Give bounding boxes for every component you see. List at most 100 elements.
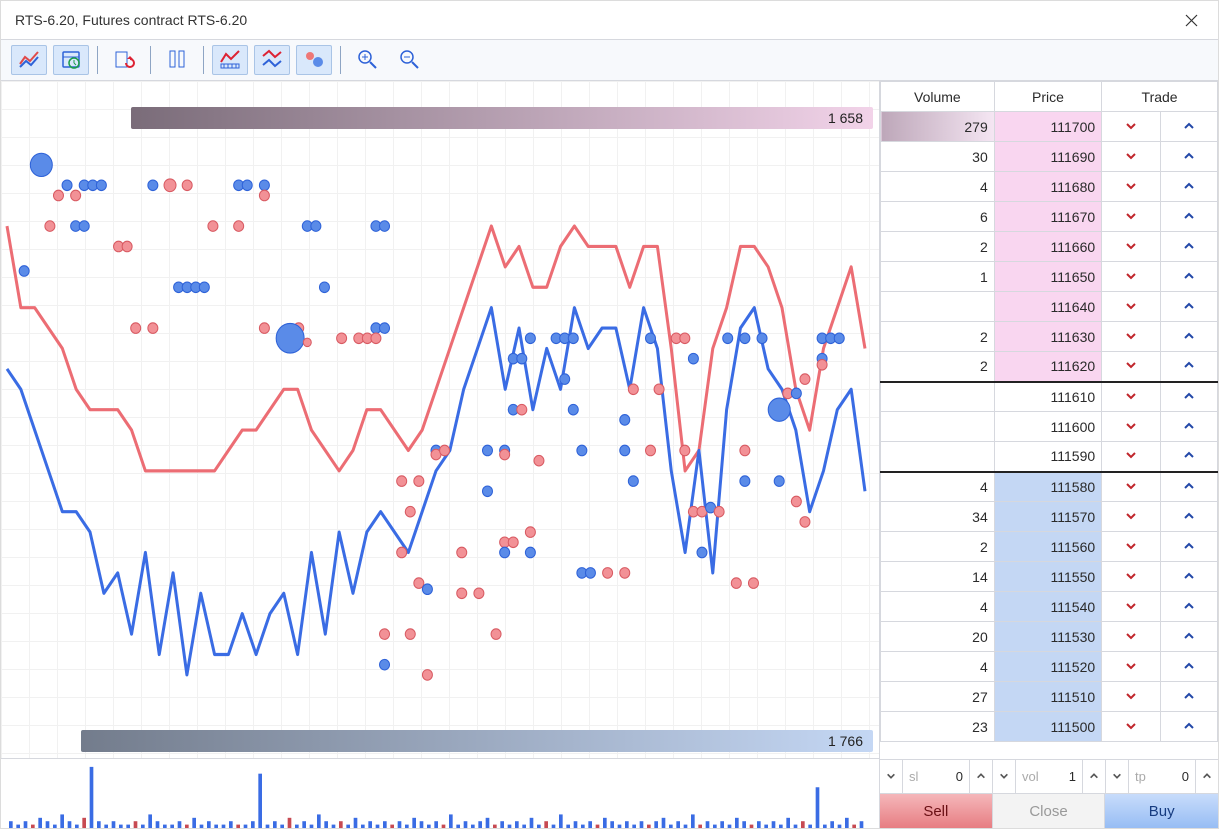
buy-at-price-button[interactable] — [1160, 712, 1217, 741]
chart-main[interactable]: 1 658 1 766 — [1, 81, 879, 758]
sell-at-price-button[interactable] — [1102, 232, 1159, 261]
sell-at-price-button[interactable] — [1102, 532, 1159, 561]
buy-at-price-button[interactable] — [1160, 412, 1217, 441]
zoom-in-button[interactable] — [349, 45, 385, 75]
col-trade[interactable]: Trade — [1102, 82, 1218, 112]
zoom-out-button[interactable] — [391, 45, 427, 75]
sell-at-price-button[interactable] — [1102, 502, 1159, 531]
sell-at-price-button[interactable] — [1102, 262, 1159, 291]
ladder-row[interactable]: 1111650 — [881, 262, 1218, 292]
buy-at-price-button[interactable] — [1160, 352, 1217, 381]
sell-button[interactable]: Sell — [880, 794, 993, 828]
sell-at-price-button[interactable] — [1102, 712, 1159, 741]
sell-at-price-button[interactable] — [1102, 442, 1159, 471]
ladder-volume: 2 — [881, 232, 995, 262]
sell-at-price-button[interactable] — [1102, 592, 1159, 621]
ladder-row[interactable]: 111590 — [881, 442, 1218, 472]
ladder-row[interactable]: 2111560 — [881, 532, 1218, 562]
ladder-row[interactable]: 34111570 — [881, 502, 1218, 532]
sell-at-price-button[interactable] — [1102, 142, 1159, 171]
refresh-red-button[interactable] — [106, 45, 142, 75]
vol-increment-button[interactable] — [1083, 760, 1105, 793]
ladder-row[interactable]: 2111630 — [881, 322, 1218, 352]
sell-at-price-button[interactable] — [1102, 652, 1159, 681]
buy-at-price-button[interactable] — [1160, 262, 1217, 291]
buy-at-price-button[interactable] — [1160, 622, 1217, 651]
ladder-trade-cell — [1102, 562, 1218, 592]
ladder-row[interactable]: 23111500 — [881, 712, 1218, 742]
sell-at-price-button[interactable] — [1102, 352, 1159, 381]
ladder-row[interactable]: 4111680 — [881, 172, 1218, 202]
buy-at-price-button[interactable] — [1160, 232, 1217, 261]
buy-at-price-button[interactable] — [1160, 652, 1217, 681]
ladder-row[interactable]: 4111520 — [881, 652, 1218, 682]
ladder-row[interactable]: 2111620 — [881, 352, 1218, 382]
chevron-up-icon — [1183, 569, 1195, 585]
ladder-row[interactable]: 30111690 — [881, 142, 1218, 172]
sell-at-price-button[interactable] — [1102, 292, 1159, 321]
vol-input[interactable]: vol1 — [1015, 760, 1083, 793]
columns-button[interactable] — [159, 45, 195, 75]
col-price[interactable]: Price — [994, 82, 1101, 112]
ladder-row[interactable]: 111640 — [881, 292, 1218, 322]
chevron-up-icon — [1183, 659, 1195, 675]
tp-decrement-button[interactable] — [1106, 760, 1128, 793]
ladder-price: 111610 — [994, 382, 1101, 412]
window-close-button[interactable] — [1168, 4, 1214, 36]
sl-increment-button[interactable] — [970, 760, 992, 793]
sell-at-price-button[interactable] — [1102, 383, 1159, 412]
calendar-button[interactable] — [53, 45, 89, 75]
ladder-volume — [881, 442, 995, 472]
tp-increment-button[interactable] — [1196, 760, 1218, 793]
col-volume[interactable]: Volume — [881, 82, 995, 112]
buy-button[interactable]: Buy — [1105, 794, 1218, 828]
chevron-down-icon — [1125, 659, 1137, 675]
line-chart-button[interactable] — [11, 45, 47, 75]
buy-at-price-button[interactable] — [1160, 562, 1217, 591]
buy-at-price-button[interactable] — [1160, 473, 1217, 502]
buy-at-price-button[interactable] — [1160, 142, 1217, 171]
sl-spinner: sl0 — [880, 760, 993, 793]
ladder-row[interactable]: 2111660 — [881, 232, 1218, 262]
tp-input[interactable]: tp0 — [1128, 760, 1196, 793]
sell-at-price-button[interactable] — [1102, 172, 1159, 201]
ladder-row[interactable]: 20111530 — [881, 622, 1218, 652]
buy-at-price-button[interactable] — [1160, 112, 1217, 141]
buy-at-price-button[interactable] — [1160, 442, 1217, 471]
sell-at-price-button[interactable] — [1102, 112, 1159, 141]
ladder-row[interactable]: 14111550 — [881, 562, 1218, 592]
buy-at-price-button[interactable] — [1160, 202, 1217, 231]
ladder-row[interactable]: 279111700 — [881, 112, 1218, 142]
sl-input[interactable]: sl0 — [902, 760, 970, 793]
sl-decrement-button[interactable] — [880, 760, 902, 793]
buy-at-price-button[interactable] — [1160, 532, 1217, 561]
sell-at-price-button[interactable] — [1102, 562, 1159, 591]
buy-at-price-button[interactable] — [1160, 682, 1217, 711]
sell-at-price-button[interactable] — [1102, 682, 1159, 711]
buy-at-price-button[interactable] — [1160, 322, 1217, 351]
sell-at-price-button[interactable] — [1102, 202, 1159, 231]
sell-at-price-button[interactable] — [1102, 322, 1159, 351]
sell-at-price-button[interactable] — [1102, 412, 1159, 441]
ladder-row[interactable]: 4111540 — [881, 592, 1218, 622]
volume-subchart[interactable] — [1, 758, 879, 828]
ladder-row[interactable]: 6111670 — [881, 202, 1218, 232]
ladder-row[interactable]: 4111580 — [881, 472, 1218, 502]
chevron-up-icon — [1183, 629, 1195, 645]
dual-line-button[interactable] — [254, 45, 290, 75]
buy-at-price-button[interactable] — [1160, 292, 1217, 321]
buy-at-price-button[interactable] — [1160, 592, 1217, 621]
vol-decrement-button[interactable] — [993, 760, 1015, 793]
ladder-volume: 23 — [881, 712, 995, 742]
sell-at-price-button[interactable] — [1102, 622, 1159, 651]
ladder-row[interactable]: 27111510 — [881, 682, 1218, 712]
bubbles-button[interactable] — [296, 45, 332, 75]
chart-settings-button[interactable] — [212, 45, 248, 75]
buy-at-price-button[interactable] — [1160, 383, 1217, 412]
sell-at-price-button[interactable] — [1102, 473, 1159, 502]
buy-at-price-button[interactable] — [1160, 172, 1217, 201]
ladder-row[interactable]: 111610 — [881, 382, 1218, 412]
chevron-up-icon — [1202, 769, 1212, 784]
ladder-row[interactable]: 111600 — [881, 412, 1218, 442]
buy-at-price-button[interactable] — [1160, 502, 1217, 531]
